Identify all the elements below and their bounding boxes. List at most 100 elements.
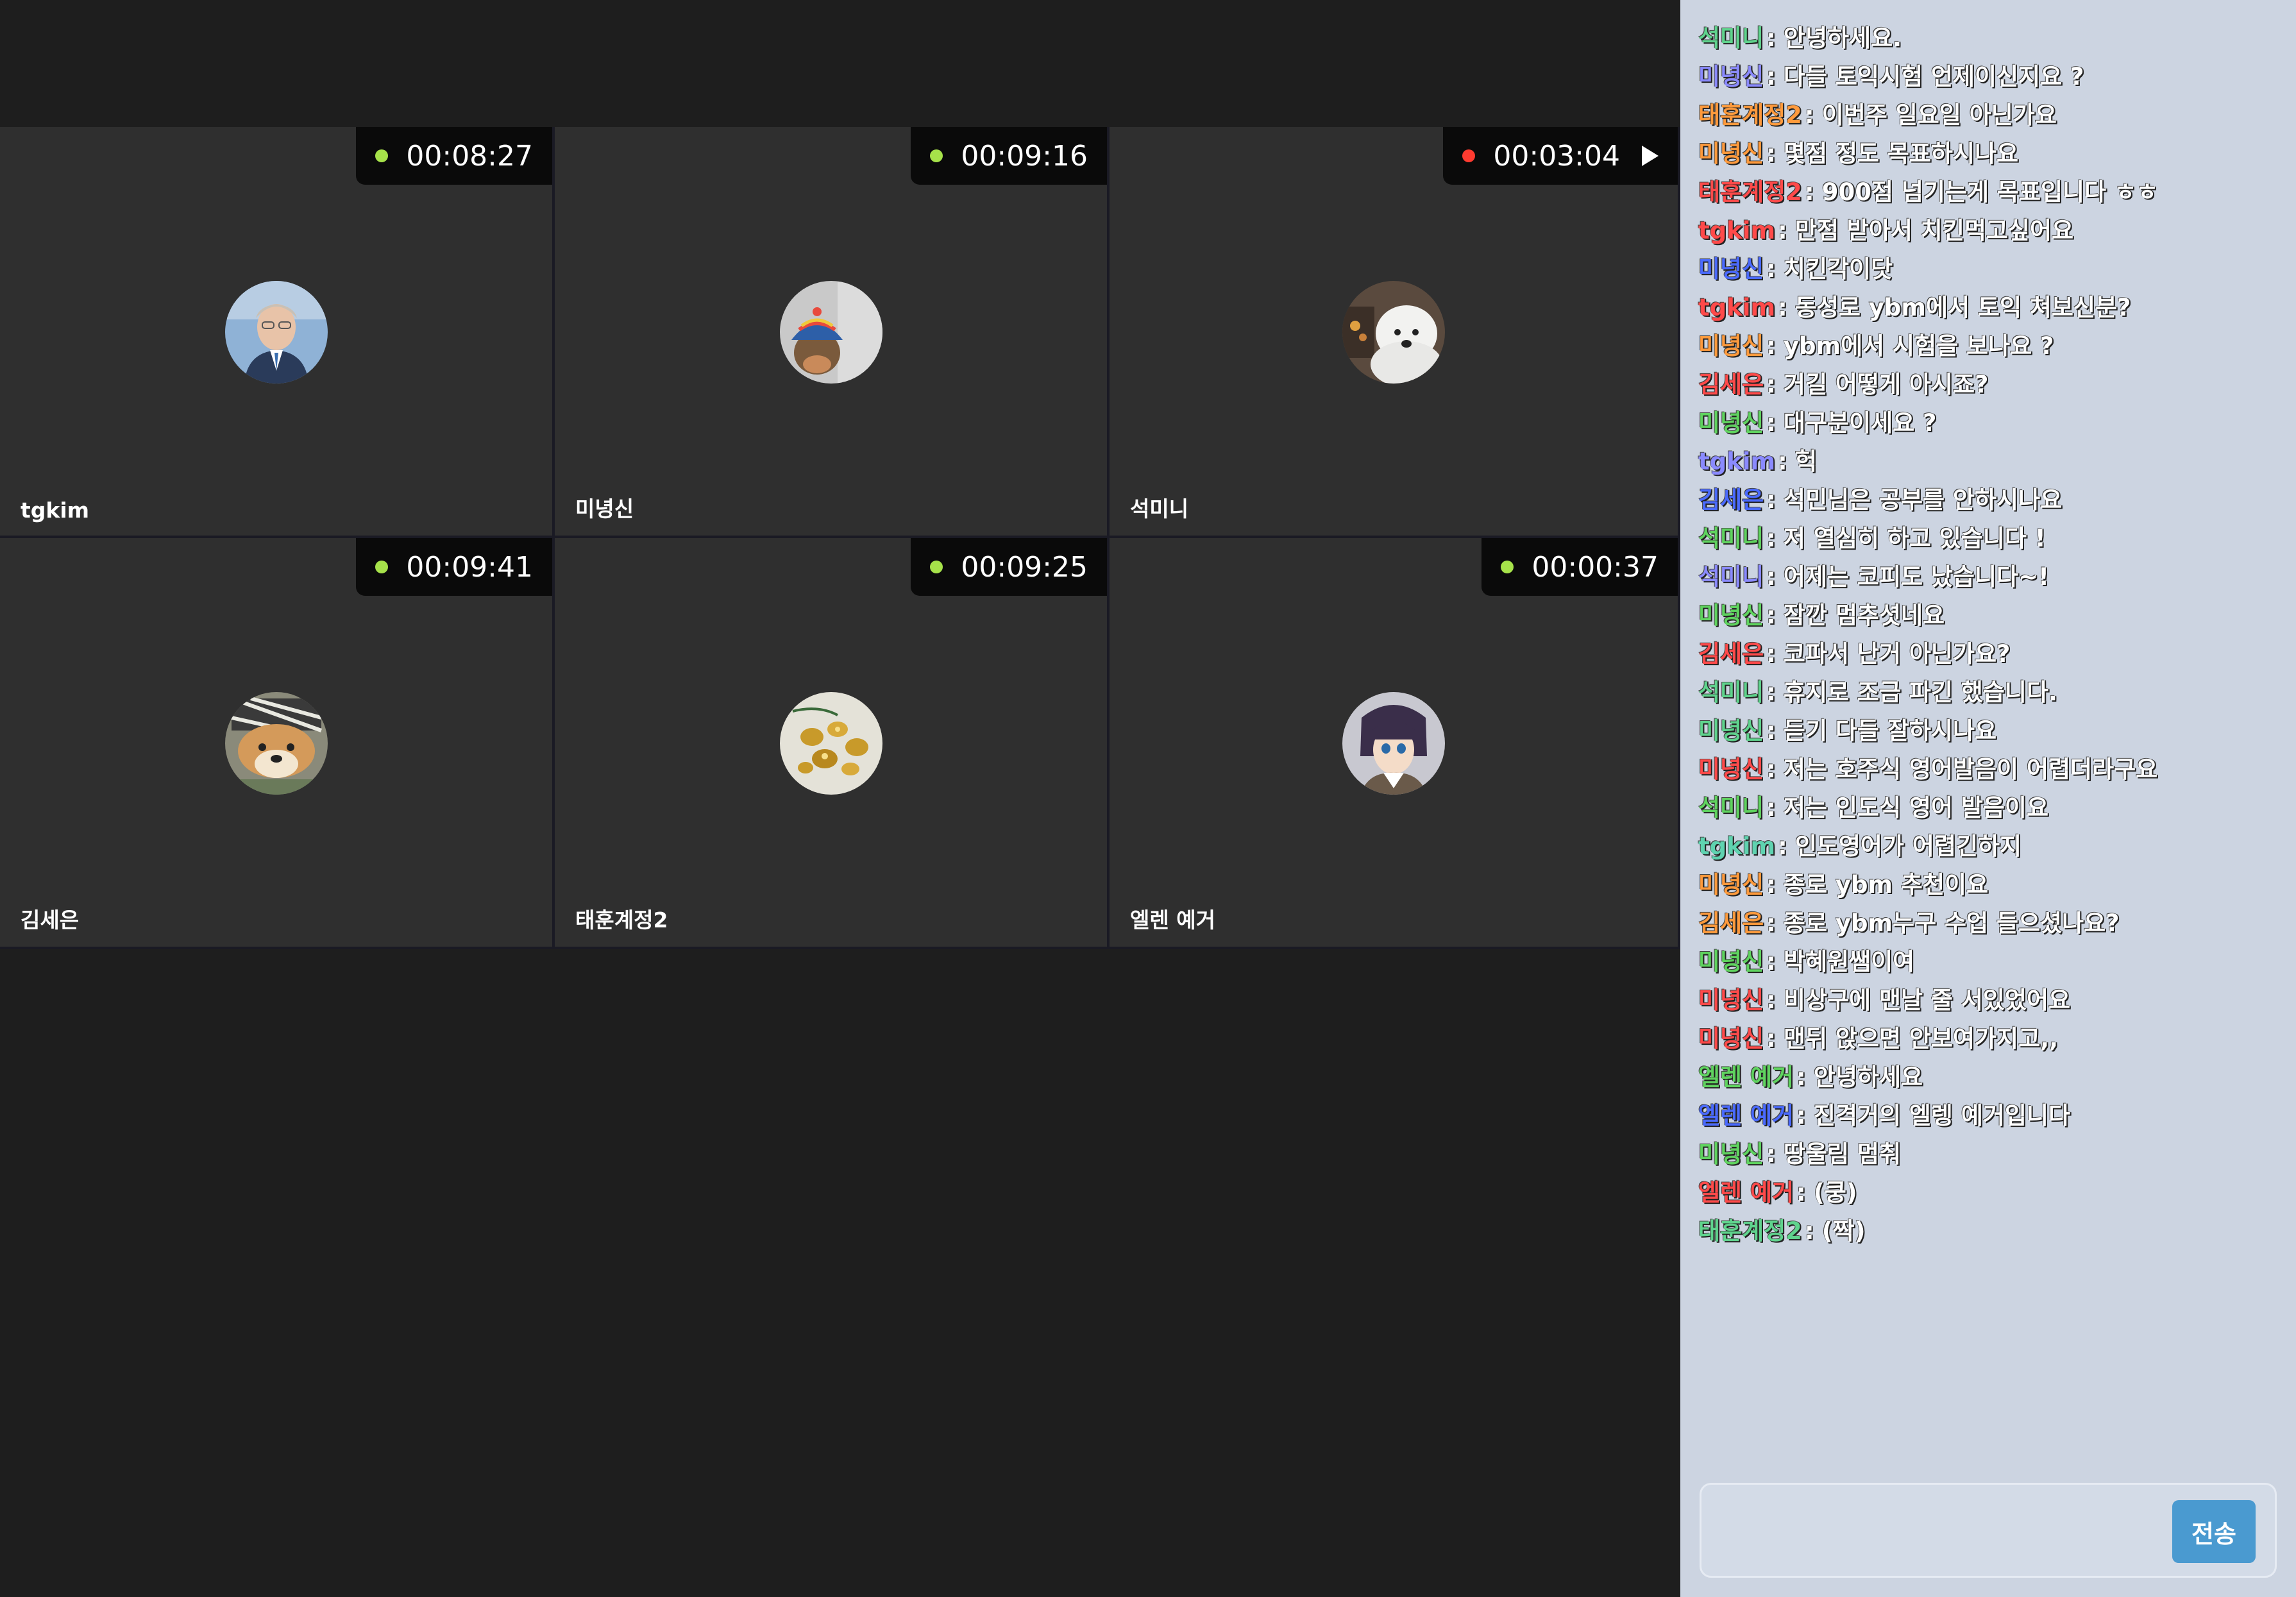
chat-message-text: 인도영어가 어렵긴하지 [1794, 832, 2022, 860]
doll-in-hat-icon [779, 281, 882, 384]
chat-message-text: 이번주 일요일 아닌가요 [1821, 101, 2057, 129]
chat-message-text: 비상구에 맨날 줄 서있었어요 [1783, 986, 2071, 1014]
chat-message: 미녕신: 다들 토익시험 언제이신지요 ? [1698, 58, 2283, 96]
chat-message-user: tgkim [1698, 832, 1776, 860]
participant-tile[interactable]: 00:09:16 미녕신 [555, 127, 1110, 538]
participant-tile[interactable]: 00:09:25 태훈계정2 [555, 538, 1110, 949]
chat-message-text: 종로 ybm누구 수업 들으셨나요? [1783, 909, 2120, 937]
chat-message-user: 엘렌 예거 [1698, 1063, 1794, 1091]
chat-message-user: 김세은 [1698, 486, 1764, 514]
chat-message-separator: : [1766, 563, 1776, 591]
chat-message-user: tgkim [1698, 294, 1776, 321]
chat-message-text: 잠깐 멈추셧네요 [1783, 602, 1945, 629]
chat-message-separator: : [1778, 448, 1787, 475]
chat-message: 김세은: 거길 어떻게 아시죠? [1698, 366, 2283, 404]
chat-message-separator: : [1778, 294, 1787, 321]
chat-message-text: 박혜원쌤이여 [1783, 948, 1915, 976]
participant-tile[interactable]: 00:00:37 엘렌 예거 [1110, 538, 1680, 949]
chat-message: 미녕신: 듣기 다들 잘하시나요 [1698, 712, 2283, 750]
chat-message: 미녕신: 비상구에 맨날 줄 서있었어요 [1698, 981, 2283, 1020]
call-timer: 00:09:25 [961, 550, 1088, 584]
chat-message: 미녕신: 맨뒤 앉으면 안보여가지고,, [1698, 1020, 2283, 1058]
chat-message: 석미니: 어제는 코피도 났습니다~! [1698, 558, 2283, 596]
chat-message-text: 석민님은 공부를 안하시나요 [1783, 486, 2063, 514]
participant-tile[interactable]: 00:03:04 석미니 [1110, 127, 1680, 538]
chat-message-user: 미녕신 [1698, 1025, 1764, 1052]
chat-message-separator: : [1766, 986, 1776, 1014]
chat-message-separator: : [1796, 1102, 1806, 1129]
chat-panel: 석미니: 안녕하세요. 미녕신: 다들 토익시험 언제이신지요 ? 태훈계정2: 이번주 … [1680, 0, 2296, 1597]
chat-message-text: 휴지로 조금 파긴 했습니다. [1783, 679, 2058, 706]
chat-message-text: 헉 [1794, 448, 1817, 475]
chat-message-user: 석미니 [1698, 794, 1764, 822]
status-dot-icon [375, 561, 389, 573]
participant-grid: 00:08:27 tgkim 00:09:16 미녕신 00:03:04 석미니 00:09… [0, 127, 1680, 949]
send-button[interactable]: 전송 [2172, 1500, 2256, 1563]
chat-message-separator: : [1766, 679, 1776, 706]
chat-message-user: 미녕신 [1698, 255, 1764, 283]
chat-message: 석미니: 휴지로 조금 파긴 했습니다. [1698, 673, 2283, 712]
video-stage: 00:08:27 tgkim 00:09:16 미녕신 00:03:04 석미니 00:09… [0, 0, 1680, 1597]
chat-message: 미녕신: 잠깐 멈추셧네요 [1698, 596, 2283, 635]
chat-message-user: 미녕신 [1698, 871, 1764, 899]
participant-name: 엘렌 예거 [1130, 908, 1215, 933]
chat-message-user: 김세은 [1698, 371, 1764, 398]
chat-message: 김세은: 석민님은 공부를 안하시나요 [1698, 481, 2283, 520]
chat-message-user: 미녕신 [1698, 332, 1764, 360]
chat-message-separator: : [1766, 717, 1776, 745]
avatar [224, 281, 328, 384]
chat-message-user: 미녕신 [1698, 63, 1764, 90]
chat-message-user: 태훈계정2 [1698, 1217, 1802, 1245]
chat-message-text: 다들 토익시험 언제이신지요 ? [1783, 63, 2084, 90]
call-timer: 00:08:27 [406, 139, 533, 173]
chat-message-text: 900점 넘기는게 목표입니다 ㅎㅎ [1821, 178, 2159, 206]
participant-name: 태훈계정2 [575, 908, 668, 933]
chat-message-text: 치킨각이닷 [1783, 255, 1893, 283]
chat-message-text: 어제는 코피도 났습니다~! [1783, 563, 2049, 591]
chat-message-user: 김세은 [1698, 909, 1764, 937]
chat-message: 엘렌 예거: 진격거의 엘렝 예거입니다 [1698, 1097, 2283, 1135]
chat-message-separator: : [1766, 948, 1776, 976]
chat-message: 엘렌 예거: (쿵) [1698, 1174, 2283, 1212]
chat-message-text: 듣기 다들 잘하시나요 [1783, 717, 1997, 745]
chat-message-separator: : [1766, 63, 1776, 90]
participant-tile[interactable]: 00:08:27 tgkim [0, 127, 555, 538]
chat-message-separator: : [1766, 640, 1776, 668]
chat-message-separator: : [1766, 371, 1776, 398]
chat-message: 미녕신: ybm에서 시험을 보나요 ? [1698, 327, 2283, 366]
call-timer-badge: 00:08:27 [356, 127, 552, 185]
chat-message-separator: : [1766, 909, 1776, 937]
chat-message-separator: : [1796, 1179, 1806, 1206]
status-dot-icon [930, 561, 943, 573]
chat-message-user: 미녕신 [1698, 140, 1764, 167]
chat-message-separator: : [1778, 832, 1787, 860]
chat-message-text: 거길 어떻게 아시죠? [1783, 371, 1989, 398]
chat-message-text: 동성로 ybm에서 토익 쳐보신분? [1794, 294, 2131, 321]
chat-message-separator: : [1766, 486, 1776, 514]
chat-message-separator: : [1804, 1217, 1814, 1245]
anime-character-icon [1342, 692, 1445, 795]
chat-message: 석미니: 저 열심히 하고 있습니다 ! [1698, 520, 2283, 558]
chat-message: 미녕신: 대구분이세요 ? [1698, 404, 2283, 443]
call-timer: 00:00:37 [1532, 550, 1659, 584]
chat-message-user: tgkim [1698, 448, 1776, 475]
chat-message: 미녕신: 박혜원쌤이여 [1698, 943, 2283, 981]
chat-message-text: 저 열심히 하고 있습니다 ! [1783, 525, 2046, 552]
chat-message-text: 저는 호주식 영어발음이 어렵더라구요 [1783, 756, 2158, 783]
chat-message: 석미니: 저는 인도식 영어 발음이요 [1698, 789, 2283, 827]
play-icon[interactable] [1642, 146, 1659, 166]
chat-message-user: 미녕신 [1698, 409, 1764, 437]
shiba-dog-icon [224, 692, 328, 795]
chat-message: 석미니: 안녕하세요. [1698, 19, 2283, 58]
chat-message-user: 미녕신 [1698, 717, 1764, 745]
participant-name: 석미니 [1130, 496, 1189, 521]
avatar [1342, 281, 1445, 384]
participant-tile[interactable]: 00:09:41 김세은 [0, 538, 555, 949]
chat-message-list[interactable]: 석미니: 안녕하세요. 미녕신: 다들 토익시험 언제이신지요 ? 태훈계정2: 이번주 … [1698, 19, 2283, 1251]
chat-input[interactable] [1714, 1504, 2166, 1560]
call-timer-badge: 00:09:25 [911, 538, 1107, 596]
status-dot-icon [1462, 149, 1476, 162]
avatar [779, 692, 882, 795]
participant-name: tgkim [21, 498, 90, 523]
status-dot-icon [375, 149, 389, 162]
